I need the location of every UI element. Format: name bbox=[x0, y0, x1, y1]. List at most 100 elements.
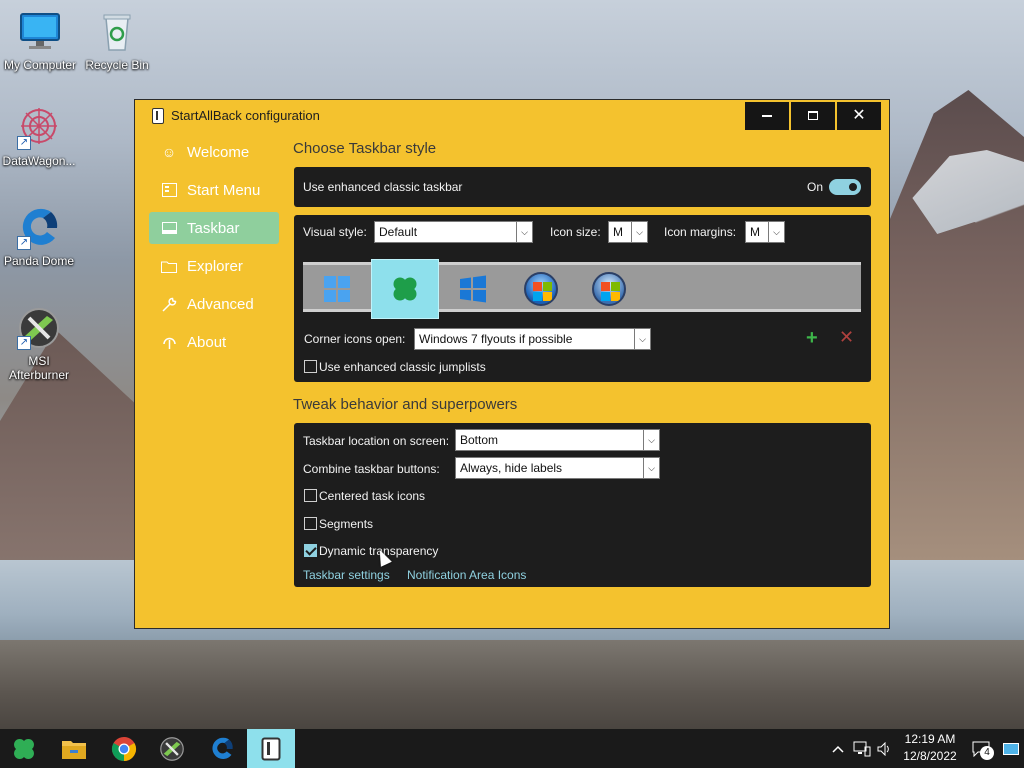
corner-icons-label: Corner icons open: bbox=[304, 332, 406, 346]
shortcut-arrow-icon: ↗ bbox=[17, 336, 31, 350]
close-button[interactable]: ✕ bbox=[837, 102, 881, 130]
desktop-icon-msi-afterburner[interactable]: ↗ MSI Afterburner bbox=[0, 306, 79, 382]
chevron-down-icon: ⌵ bbox=[643, 458, 659, 478]
show-desktop-button[interactable] bbox=[998, 729, 1024, 768]
clock-date: 12/8/2022 bbox=[903, 749, 957, 763]
chrome-icon bbox=[111, 736, 137, 761]
section-title-taskbar-style: Choose Taskbar style bbox=[293, 140, 437, 157]
combine-buttons-select[interactable]: Always, hide labels ⌵ bbox=[455, 457, 660, 479]
icon-margins-select[interactable]: M ⌵ bbox=[745, 221, 785, 243]
style-option-startallback[interactable] bbox=[371, 259, 439, 319]
toggle-state-label: On bbox=[807, 180, 824, 194]
chevron-up-icon bbox=[832, 745, 844, 753]
tray-network[interactable] bbox=[850, 729, 874, 768]
add-icon[interactable]: + bbox=[806, 327, 818, 350]
shortcut-arrow-icon: ↗ bbox=[17, 236, 31, 250]
clock-time: 12:19 AM bbox=[904, 732, 956, 746]
icon-margins-label: Icon margins: bbox=[664, 225, 737, 239]
minimize-icon bbox=[762, 115, 772, 118]
taskbar: 12:19 AM 12/8/2022 4 bbox=[0, 729, 1024, 768]
centered-icons-checkbox[interactable] bbox=[304, 489, 317, 502]
enhanced-taskbar-label: Use enhanced classic taskbar bbox=[303, 180, 463, 194]
visual-style-label: Visual style: bbox=[303, 225, 367, 239]
dynamic-transparency-checkbox[interactable] bbox=[304, 544, 317, 557]
windows-7-orb-icon bbox=[524, 272, 558, 306]
jumplists-checkbox[interactable] bbox=[304, 360, 317, 373]
recycle-bin-icon bbox=[95, 10, 139, 54]
desktop-icon-my-computer[interactable]: My Computer bbox=[0, 10, 80, 72]
corner-icons-select[interactable]: Windows 7 flyouts if possible ⌵ bbox=[414, 328, 651, 350]
window-title: StartAllBack configuration bbox=[171, 108, 320, 123]
taskbar-location-select[interactable]: Bottom ⌵ bbox=[455, 429, 660, 451]
datawagon-icon: ↗ bbox=[17, 106, 61, 150]
notification-area-icons-link[interactable]: Notification Area Icons bbox=[407, 568, 526, 582]
action-center-button[interactable]: 4 bbox=[966, 729, 996, 768]
panda-dome-icon: ↗ bbox=[17, 206, 61, 250]
clover-icon bbox=[14, 738, 34, 759]
combine-buttons-value: Always, hide labels bbox=[460, 461, 563, 475]
taskbar-panda-dome[interactable] bbox=[198, 729, 246, 768]
volume-icon bbox=[877, 741, 889, 756]
corner-icons-value: Windows 7 flyouts if possible bbox=[419, 332, 573, 346]
sidebar-item-label: Explorer bbox=[187, 257, 243, 275]
wrench-icon bbox=[161, 296, 177, 312]
enhanced-taskbar-panel: Use enhanced classic taskbar On bbox=[294, 167, 871, 207]
desktop-icon-label: My Computer bbox=[3, 58, 77, 72]
taskbar-file-explorer[interactable] bbox=[50, 729, 98, 768]
enhanced-taskbar-toggle[interactable] bbox=[829, 179, 861, 195]
taskbar-startallback[interactable] bbox=[247, 729, 295, 768]
taskbar-icon bbox=[161, 220, 177, 236]
style-option-windows-vista[interactable] bbox=[575, 259, 643, 319]
desktop-icon-panda-dome[interactable]: ↗ Panda Dome bbox=[0, 206, 79, 268]
taskbar-style-strip bbox=[303, 259, 861, 319]
smile-icon: ☺ bbox=[161, 144, 177, 160]
icon-size-select[interactable]: M ⌵ bbox=[608, 221, 648, 243]
sidebar-item-label: Advanced bbox=[187, 295, 254, 313]
style-option-windows-7[interactable] bbox=[507, 259, 575, 319]
desktop-icon-label: MSI Afterburner bbox=[8, 354, 70, 382]
icon-size-label: Icon size: bbox=[550, 225, 601, 239]
tray-overflow-button[interactable] bbox=[826, 729, 850, 768]
remove-icon[interactable]: ✕ bbox=[839, 327, 854, 348]
chevron-down-icon: ⌵ bbox=[643, 430, 659, 450]
clover-icon bbox=[393, 277, 417, 301]
sidebar-item-label: Start Menu bbox=[187, 181, 261, 199]
close-icon: ✕ bbox=[852, 107, 866, 124]
desktop-icon-label: Recycle Bin bbox=[85, 58, 149, 72]
icon-size-value: M bbox=[613, 225, 623, 239]
taskbar-chrome[interactable] bbox=[100, 729, 148, 768]
sidebar-item-welcome[interactable]: ☺ Welcome bbox=[149, 136, 279, 168]
visual-style-select[interactable]: Default ⌵ bbox=[374, 221, 533, 243]
app-icon bbox=[152, 108, 164, 124]
style-option-windows-10[interactable] bbox=[439, 259, 507, 319]
notification-count-badge: 4 bbox=[980, 746, 994, 760]
combine-buttons-label: Combine taskbar buttons: bbox=[303, 462, 440, 476]
desktop-icon-datawagon[interactable]: ↗ DataWagon... bbox=[0, 106, 79, 168]
icon-margins-value: M bbox=[750, 225, 760, 239]
minimize-button[interactable] bbox=[745, 102, 789, 130]
msi-afterburner-icon bbox=[160, 736, 184, 761]
centered-icons-label: Centered task icons bbox=[319, 489, 426, 503]
start-menu-icon bbox=[161, 182, 177, 198]
maximize-button[interactable] bbox=[791, 102, 835, 130]
sidebar-item-explorer[interactable]: Explorer bbox=[149, 250, 279, 282]
panda-dome-icon bbox=[212, 737, 233, 759]
style-option-windows-11[interactable] bbox=[303, 259, 371, 319]
windows-vista-orb-icon bbox=[592, 272, 626, 306]
taskbar-msi-afterburner[interactable] bbox=[148, 729, 196, 768]
taskbar-clock[interactable]: 12:19 AM 12/8/2022 bbox=[896, 731, 964, 765]
sidebar-item-label: Taskbar bbox=[187, 219, 240, 237]
maximize-icon bbox=[808, 111, 818, 120]
tray-volume[interactable] bbox=[874, 729, 894, 768]
taskbar-settings-link[interactable]: Taskbar settings bbox=[303, 568, 390, 582]
desktop-icon-label: DataWagon... bbox=[2, 154, 76, 168]
sidebar-item-start-menu[interactable]: Start Menu bbox=[149, 174, 279, 206]
start-button[interactable] bbox=[0, 729, 48, 768]
chevron-down-icon: ⌵ bbox=[516, 222, 532, 242]
desktop-icon-recycle-bin[interactable]: Recycle Bin bbox=[77, 10, 157, 72]
sidebar-item-advanced[interactable]: Advanced bbox=[149, 288, 279, 320]
sidebar-item-about[interactable]: About bbox=[149, 326, 279, 358]
sidebar-item-taskbar[interactable]: Taskbar bbox=[149, 212, 279, 244]
title-bar[interactable]: StartAllBack configuration ✕ bbox=[135, 100, 889, 132]
segments-checkbox[interactable] bbox=[304, 517, 317, 530]
